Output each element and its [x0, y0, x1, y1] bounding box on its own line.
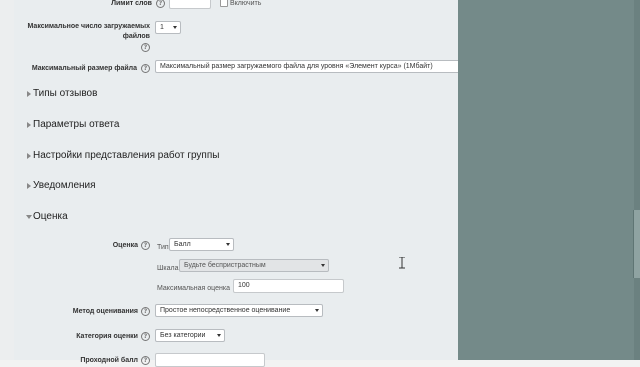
passing-grade-label: Проходной балл	[80, 357, 138, 364]
help-icon[interactable]: ?	[141, 64, 150, 73]
max-files-select[interactable]: 1	[155, 21, 181, 34]
grade-scale-label: Шкала	[157, 265, 179, 272]
grading-method-select[interactable]: Простое непосредственное оценивание	[155, 304, 323, 317]
chevron-down-icon	[315, 309, 319, 312]
scrollbar-track[interactable]	[634, 0, 640, 360]
grading-method-value: Простое непосредственное оценивание	[160, 307, 291, 314]
section-feedback-types[interactable]: Типы отзывов	[33, 88, 97, 100]
help-icon[interactable]: ?	[156, 0, 165, 8]
word-limit-label: Лимит слов	[111, 0, 152, 7]
max-files-value: 1	[160, 24, 164, 31]
grade-type-value: Балл	[174, 241, 191, 248]
word-limit-enable-label: Включить	[230, 0, 262, 7]
max-file-size-value: Максимальный размер загружаемого файла д…	[160, 63, 433, 70]
expand-arrow-icon[interactable]	[27, 183, 31, 189]
grade-category-select[interactable]: Без категории	[155, 329, 225, 342]
max-files-label-line1: Максимальное число загружаемых	[27, 23, 150, 30]
grade-scale-value: Будьте беспристрастным	[184, 262, 266, 269]
max-files-label-line2: файлов	[122, 33, 150, 40]
chevron-down-icon	[217, 334, 221, 337]
grade-category-value: Без категории	[160, 332, 206, 339]
word-limit-enable-checkbox[interactable]	[220, 0, 228, 7]
section-notifications[interactable]: Уведомления	[33, 180, 96, 192]
grade-type-label: Тип	[157, 244, 169, 251]
section-group-submission-settings[interactable]: Настройки представления работ группы	[33, 150, 219, 162]
expand-arrow-icon[interactable]	[27, 91, 31, 97]
grade-type-select[interactable]: Балл	[169, 238, 234, 251]
max-file-size-select[interactable]: Максимальный размер загружаемого файла д…	[155, 60, 487, 73]
help-icon[interactable]: ?	[141, 307, 150, 316]
help-icon[interactable]: ?	[141, 241, 150, 250]
settings-form-panel: Лимит слов ? Включить Максимальное число…	[14, 0, 487, 367]
chevron-down-icon	[321, 264, 325, 267]
help-icon[interactable]: ?	[141, 43, 150, 52]
collapse-arrow-icon[interactable]	[26, 215, 32, 219]
page-background-right	[458, 0, 640, 360]
section-grade[interactable]: Оценка	[33, 211, 68, 223]
section-submission-settings[interactable]: Параметры ответа	[33, 119, 119, 131]
chevron-down-icon	[226, 243, 230, 246]
text-cursor-icon	[399, 257, 405, 269]
passing-grade-input[interactable]	[155, 353, 265, 367]
chevron-down-icon	[173, 26, 177, 29]
word-limit-input[interactable]	[169, 0, 211, 9]
max-grade-input[interactable]: 100	[233, 279, 344, 293]
expand-arrow-icon[interactable]	[27, 153, 31, 159]
page-left-margin	[0, 0, 14, 360]
max-file-size-label: Максимальный размер файла	[31, 65, 137, 72]
grade-scale-select[interactable]: Будьте беспристрастным	[179, 259, 329, 272]
max-grade-label: Максимальная оценка	[157, 285, 230, 292]
help-icon[interactable]: ?	[141, 356, 150, 365]
grade-label: Оценка	[112, 242, 138, 249]
grading-method-label: Метод оценивания	[72, 308, 138, 315]
scrollbar-thumb[interactable]	[633, 210, 640, 278]
grade-category-label: Категория оценки	[76, 333, 138, 340]
help-icon[interactable]: ?	[141, 332, 150, 341]
expand-arrow-icon[interactable]	[27, 122, 31, 128]
